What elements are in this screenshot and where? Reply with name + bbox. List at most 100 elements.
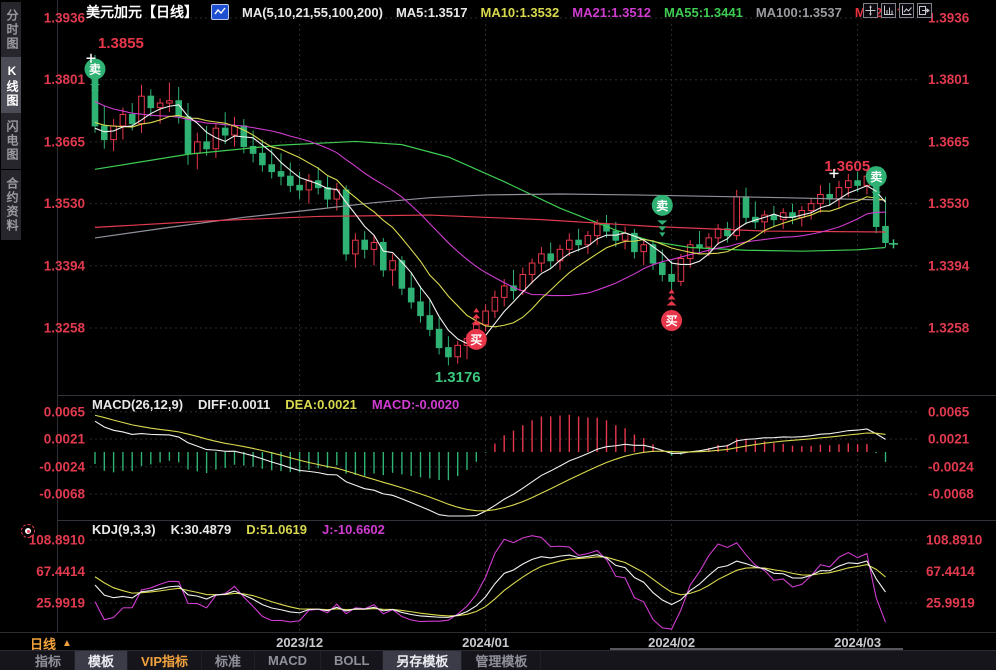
bar-chart-tool-icon[interactable] <box>881 3 896 18</box>
candle <box>678 254 684 286</box>
price-annotation: 1.3176 <box>435 369 481 386</box>
pan-right-icon[interactable] <box>917 3 932 18</box>
sidebar-item-2[interactable]: K线图 <box>1 57 21 115</box>
candle <box>185 103 191 165</box>
candle <box>576 229 582 252</box>
tab-2[interactable]: 模板 <box>75 651 128 670</box>
candle <box>418 286 424 323</box>
ma-legend: MA5:1.3517MA10:1.3532MA21:1.3512MA55:1.3… <box>396 5 882 20</box>
kdj-panel-header: KDJ(9,3,3) K:30.4879 D:51.0619 J:-10.660… <box>92 522 385 537</box>
tab-7[interactable]: 另存模板 <box>383 651 462 670</box>
candle <box>427 300 433 337</box>
svg-text:卖: 卖 <box>656 198 668 213</box>
axis-label: 1.3258 <box>44 320 86 335</box>
axis-label: 1.3936 <box>44 11 86 26</box>
candle <box>883 197 889 247</box>
macd-diff-value: DIFF:0.0011 <box>198 397 270 412</box>
crosshair-icon[interactable] <box>863 3 878 18</box>
candle <box>111 119 117 151</box>
sell-signal-marker: 卖 <box>652 195 673 237</box>
svg-text:卖: 卖 <box>89 62 101 77</box>
candle <box>632 229 638 259</box>
sidebar-item-1[interactable]: 分时图 <box>1 2 21 58</box>
candle <box>278 153 284 185</box>
chart-canvas: 1.39361.39361.38011.38011.36651.36651.35… <box>0 0 996 632</box>
top-legend-bar: 美元加元【日线】 MA(5,10,21,55,100,200) MA5:1.35… <box>86 2 907 22</box>
price-annotation: 1.3855 <box>98 35 144 52</box>
macd-hist-value: MACD:-0.0020 <box>372 397 459 412</box>
candle <box>715 224 721 245</box>
candle <box>706 233 712 256</box>
candle <box>315 167 321 194</box>
trading-app: 1.39361.39361.38011.38011.36651.36651.35… <box>0 0 996 669</box>
ma-value: MA55:1.3441 <box>664 5 743 20</box>
axis-label: 25.9919 <box>926 596 975 611</box>
candle <box>288 162 294 192</box>
axis-label: 1.3394 <box>44 258 86 273</box>
axis-label: 1.3530 <box>928 196 969 211</box>
sidebar-item-4[interactable]: 合约资料 <box>1 170 21 240</box>
axis-label: 1.3665 <box>44 134 86 149</box>
candle <box>492 290 498 317</box>
macd-dea-value: DEA:0.0021 <box>285 397 357 412</box>
axis-label: 1.3936 <box>928 11 970 26</box>
chevron-up-icon: ▲ <box>62 638 72 649</box>
candle <box>669 261 675 291</box>
line-chart-tool-icon[interactable] <box>899 3 914 18</box>
ma-value: MA5:1.3517 <box>396 5 468 20</box>
candle <box>697 231 703 254</box>
candle <box>343 185 349 260</box>
candle <box>799 206 805 227</box>
candle <box>585 231 591 254</box>
buy-signal-marker: 买 <box>661 289 682 331</box>
candle <box>362 231 368 258</box>
svg-text:买: 买 <box>666 314 678 328</box>
instrument-title: 美元加元【日线】 <box>86 2 198 22</box>
kdj-j-value: J:-10.6602 <box>322 522 385 537</box>
candle <box>771 206 777 227</box>
line-chart-icon[interactable] <box>211 4 229 20</box>
candle <box>381 238 387 277</box>
cross-marker <box>889 239 898 248</box>
axis-label: 0.0065 <box>44 404 86 419</box>
axis-label: -0.0068 <box>39 486 85 501</box>
tab-8[interactable]: 管理模板 <box>462 651 541 670</box>
ma-value: MA21:1.3512 <box>572 5 651 20</box>
macd-title: MACD(26,12,9) <box>92 397 183 412</box>
svg-text:买: 买 <box>470 333 482 347</box>
indicator-settings-icon[interactable] <box>21 524 35 538</box>
candle <box>222 112 228 144</box>
candle <box>390 254 396 286</box>
axis-label: -0.0024 <box>39 459 85 474</box>
sidebar-item-3[interactable]: 闪电图 <box>1 113 21 169</box>
kdj-k-value: K:30.4879 <box>171 522 232 537</box>
x-axis-label: 2023/12 <box>276 635 323 650</box>
axis-label: 25.9919 <box>36 596 85 611</box>
candle <box>167 82 173 112</box>
candle <box>548 242 554 267</box>
tab-4[interactable]: 标准 <box>202 651 255 670</box>
candle <box>780 208 786 229</box>
candle <box>827 183 833 206</box>
axis-label: 0.0021 <box>44 432 86 447</box>
axis-label: 108.8910 <box>926 533 982 548</box>
tab-6[interactable]: BOLL <box>321 651 383 670</box>
candle <box>306 174 312 204</box>
axis-label: 1.3665 <box>928 134 970 149</box>
axis-label: 1.3258 <box>928 320 970 335</box>
candle <box>539 247 545 272</box>
axis-label: 1.3801 <box>928 72 970 87</box>
axis-label: 67.4414 <box>926 564 975 579</box>
ma-group-label: MA(5,10,21,55,100,200) <box>242 5 383 20</box>
tab-3[interactable]: VIP指标 <box>128 651 202 670</box>
axis-label: 108.8910 <box>29 533 85 548</box>
kdj-title: KDJ(9,3,3) <box>92 522 156 537</box>
axis-label: 1.3530 <box>44 196 85 211</box>
tab-1[interactable]: 指标 <box>22 651 75 670</box>
tab-5[interactable]: MACD <box>255 651 321 670</box>
candle <box>213 124 219 158</box>
sell-signal-marker: 卖 <box>85 59 106 101</box>
candle <box>436 318 442 355</box>
ma-value: MA100:1.3537 <box>756 5 842 20</box>
price-annotation: 1.3605 <box>824 158 870 175</box>
